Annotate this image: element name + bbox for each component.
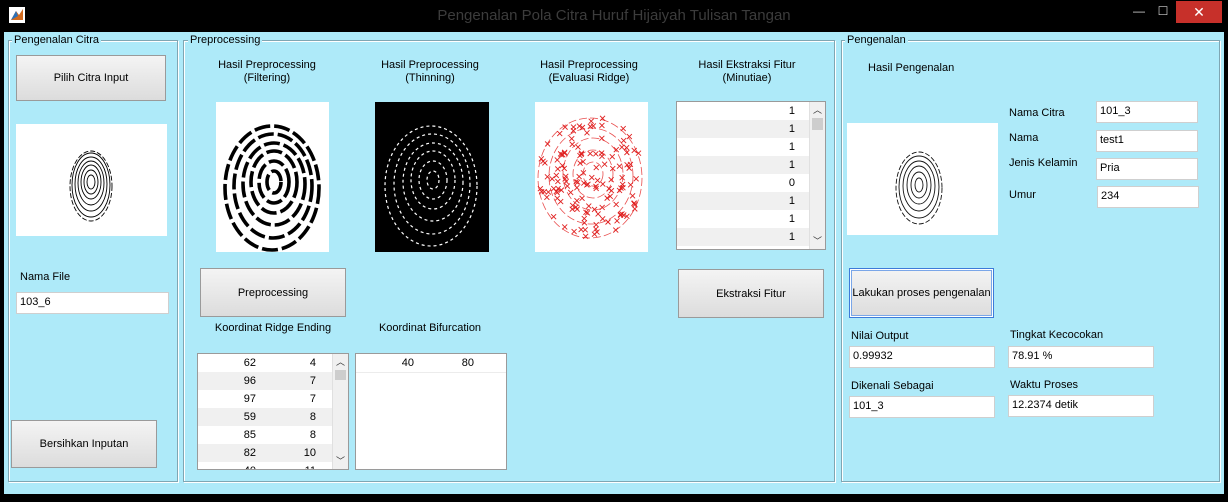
list-item[interactable]: 1 xyxy=(677,102,825,120)
bifurcation-listbox[interactable]: 40 80 xyxy=(355,353,507,470)
ridge-ending-scrollbar[interactable]: ︿ ﹀ xyxy=(332,354,348,469)
ridge-ending-listbox[interactable]: 62 4 96 7 97 7 59 8 85 8 82 10 4011 ︿ ﹀ xyxy=(197,353,349,470)
coordinate-cell: 11 xyxy=(256,462,316,469)
waktu-proses-label: Waktu Proses xyxy=(1010,379,1079,391)
jenis-kelamin-label: Jenis Kelamin xyxy=(1009,157,1078,169)
minutiae-value: 1 xyxy=(788,159,795,171)
minutiae-value: 0 xyxy=(788,177,795,189)
dikenali-sebagai-field[interactable]: 101_3 xyxy=(849,396,995,418)
minutiae-value: 1 xyxy=(788,195,795,207)
nama-field[interactable]: test1 xyxy=(1096,130,1198,152)
filtering-image xyxy=(216,102,329,252)
window-title: Pengenalan Pola Citra Huruf Hijaiyah Tul… xyxy=(437,7,791,24)
thinning-label: Hasil Preprocessing (Thinning) xyxy=(381,59,479,84)
minutiae-value: 1 xyxy=(788,231,795,243)
coordinate-cell: 96 xyxy=(243,375,256,387)
coordinate-cell: 85 xyxy=(243,429,256,441)
list-item[interactable]: 1 xyxy=(677,138,825,156)
thinning-image xyxy=(375,102,489,252)
scroll-down-icon[interactable]: ﹀ xyxy=(810,234,825,248)
list-item[interactable]: 1 xyxy=(677,156,825,174)
nilai-output-label: Nilai Output xyxy=(851,330,909,342)
scroll-down-icon[interactable]: ﹀ xyxy=(333,454,348,468)
result-fingerprint-image xyxy=(847,123,998,235)
jenis-kelamin-field[interactable]: Pria xyxy=(1096,158,1198,180)
umur-field[interactable]: 234 xyxy=(1097,186,1199,208)
coordinate-cell: 8 xyxy=(309,411,316,423)
close-button[interactable]: ✕ xyxy=(1176,1,1222,23)
table-row[interactable]: 40 80 xyxy=(356,354,506,373)
list-item[interactable]: 1 xyxy=(677,120,825,138)
dikenali-sebagai-label: Dikenali Sebagai xyxy=(851,380,934,392)
coordinate-cell: 7 xyxy=(309,375,316,387)
coordinate-cell: 40 xyxy=(401,357,414,369)
tingkat-kecocokan-label: Tingkat Kecocokan xyxy=(1010,329,1104,341)
panel-title: Pengenalan xyxy=(845,34,908,46)
minutiae-scrollbar[interactable]: ︿ ﹀ xyxy=(809,102,825,249)
hasil-pengenalan-label: Hasil Pengenalan xyxy=(868,62,955,74)
tingkat-kecocokan-field[interactable]: 78.91 % xyxy=(1008,346,1154,368)
minutiae-value: 1 xyxy=(788,123,795,135)
evaluasi-ridge-image xyxy=(535,102,648,252)
coordinate-cell: 8 xyxy=(309,429,316,441)
minutiae-value: 1 xyxy=(788,141,795,153)
table-row[interactable]: 85 8 xyxy=(198,426,348,444)
minutiae-value: 1 xyxy=(788,213,795,225)
ekstraksi-fitur-button[interactable]: Ekstraksi Fitur xyxy=(678,269,824,318)
scroll-up-icon[interactable]: ︿ xyxy=(333,355,348,369)
waktu-proses-field[interactable]: 12.2374 detik xyxy=(1008,395,1154,417)
minimize-button[interactable]: — xyxy=(1128,4,1150,18)
coordinate-cell: 80 xyxy=(461,357,474,369)
coordinate-cell: 10 xyxy=(303,447,316,459)
minutiae-listbox[interactable]: 1 1 1 1 0 1 1 1 ︿ ﹀ xyxy=(676,101,826,250)
coordinate-cell: 62 xyxy=(243,357,256,369)
scroll-thumb[interactable] xyxy=(812,118,823,130)
table-row[interactable]: 97 7 xyxy=(198,390,348,408)
panel-title: Preprocessing xyxy=(188,34,263,46)
list-item[interactable]: 1 xyxy=(677,192,825,210)
bifurcation-label: Koordinat Bifurcation xyxy=(378,322,482,334)
list-item[interactable]: 1 xyxy=(677,228,825,246)
nilai-output-field[interactable]: 0.99932 xyxy=(849,346,995,368)
nama-citra-field[interactable]: 101_3 xyxy=(1096,101,1198,123)
maximize-button[interactable]: ☐ xyxy=(1152,4,1174,18)
preprocessing-button[interactable]: Preprocessing xyxy=(200,268,346,317)
bersihkan-inputan-button[interactable]: Bersihkan Inputan xyxy=(11,420,157,468)
nama-citra-label: Nama Citra xyxy=(1009,107,1065,119)
list-item[interactable]: 1 xyxy=(677,210,825,228)
table-row[interactable]: 96 7 xyxy=(198,372,348,390)
nama-label: Nama xyxy=(1009,132,1039,144)
coordinate-cell: 40 xyxy=(198,462,256,469)
table-row[interactable]: 62 4 xyxy=(198,354,348,372)
pilih-citra-button[interactable]: Pilih Citra Input xyxy=(16,55,166,101)
ridge-ending-label: Koordinat Ridge Ending xyxy=(214,322,332,334)
table-row[interactable]: 59 8 xyxy=(198,408,348,426)
coordinate-cell: 59 xyxy=(243,411,256,423)
nama-file-label: Nama File xyxy=(20,271,71,283)
table-row[interactable]: 4011 xyxy=(198,462,348,469)
panel-title: Pengenalan Citra xyxy=(12,34,102,46)
coordinate-cell: 7 xyxy=(309,393,316,405)
filtering-label: Hasil Preprocessing (Filtering) xyxy=(218,59,316,84)
coordinate-cell: 4 xyxy=(309,357,316,369)
scroll-thumb[interactable] xyxy=(335,370,346,380)
coordinate-cell: 97 xyxy=(243,393,256,405)
proses-pengenalan-button[interactable]: Lakukan proses pengenalan xyxy=(849,268,994,318)
panel-pengenalan-citra xyxy=(8,40,178,482)
list-item[interactable]: 0 xyxy=(677,174,825,192)
input-fingerprint-image xyxy=(16,124,167,236)
table-row[interactable]: 82 10 xyxy=(198,444,348,462)
scroll-up-icon[interactable]: ︿ xyxy=(810,103,825,117)
coordinate-cell: 82 xyxy=(243,447,256,459)
minutiae-value: 1 xyxy=(788,105,795,117)
evaluasi-ridge-label: Hasil Preprocessing (Evaluasi Ridge) xyxy=(540,59,638,84)
umur-label: Umur xyxy=(1009,189,1036,201)
nama-file-field[interactable]: 103_6 xyxy=(16,292,169,314)
minutiae-label: Hasil Ekstraksi Fitur (Minutiae) xyxy=(698,59,796,84)
